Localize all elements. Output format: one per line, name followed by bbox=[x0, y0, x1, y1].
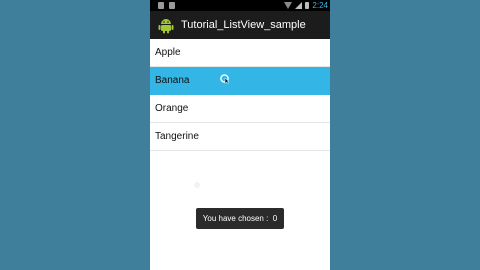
list-item-label: Banana bbox=[155, 75, 190, 86]
list-item-label: Tangerine bbox=[155, 131, 199, 142]
android-icon bbox=[158, 19, 174, 34]
status-bar: 2:24 bbox=[150, 0, 330, 11]
wifi-icon bbox=[284, 2, 293, 9]
app-title: Tutorial_ListView_sample bbox=[181, 19, 306, 31]
signal-icon bbox=[295, 2, 303, 9]
status-time: 2:24 bbox=[312, 1, 328, 10]
fruit-list: Apple Banana Orange Tangerine bbox=[150, 39, 330, 151]
list-item-apple[interactable]: Apple bbox=[150, 39, 330, 67]
list-item-banana[interactable]: Banana bbox=[150, 67, 330, 95]
toast-text: You have chosen : 0 bbox=[202, 214, 278, 223]
list-item-tangerine[interactable]: Tangerine bbox=[150, 123, 330, 151]
touch-cursor-icon bbox=[220, 74, 230, 84]
sd-card-icon bbox=[169, 2, 175, 9]
toast-message: You have chosen : 0 bbox=[196, 208, 284, 229]
list-item-label: Apple bbox=[155, 47, 181, 58]
action-bar: Tutorial_ListView_sample bbox=[150, 11, 330, 39]
usb-icon bbox=[158, 2, 164, 9]
touch-point bbox=[194, 182, 200, 188]
phone-screen: 2:24 Tutorial_ListView_sample Apple Bana… bbox=[150, 0, 330, 270]
battery-icon bbox=[305, 2, 310, 9]
list-item-orange[interactable]: Orange bbox=[150, 95, 330, 123]
status-right: 2:24 bbox=[284, 0, 328, 11]
list-item-label: Orange bbox=[155, 103, 189, 114]
